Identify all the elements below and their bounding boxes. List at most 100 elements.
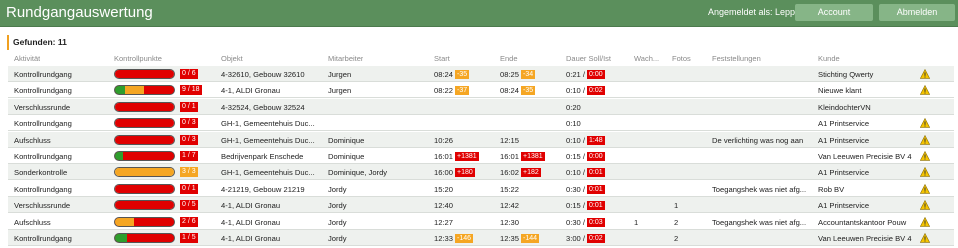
- duration-actual-badge: 1:48: [587, 135, 605, 145]
- employee-cell: Dominique: [328, 152, 365, 161]
- findings-cell: De verlichting was nog aan: [712, 135, 804, 145]
- warning-icon[interactable]: [920, 216, 930, 227]
- warning-icon[interactable]: [920, 233, 930, 243]
- duration-actual-badge: 0:01: [587, 168, 605, 178]
- duration-actual-badge: 0:02: [587, 86, 605, 96]
- end-deviation-badge: -34: [521, 70, 536, 79]
- customer-cell: A1 Printservice: [818, 201, 870, 211]
- activity-cell: Kontrollrundgang: [14, 86, 72, 96]
- table-row[interactable]: Aufschluss 2 / 6 4-1, ALDI Gronau Jordy 12:2…: [8, 213, 954, 230]
- warning-icon[interactable]: [920, 200, 930, 210]
- progress-segment: [125, 86, 145, 95]
- table-row[interactable]: Aufschluss 0 / 3 GH-1, Gemeentehuis Duc...…: [8, 131, 954, 148]
- duration-cell: 0:10 /0:02: [566, 86, 605, 96]
- progress-segment: [115, 86, 126, 95]
- app-title: Rundgangauswertung: [6, 4, 153, 21]
- warning-icon[interactable]: [920, 85, 930, 96]
- progress-segment: [115, 234, 127, 242]
- photos-cell: 2: [674, 234, 679, 243]
- customer-cell: Rob BV: [818, 184, 845, 194]
- warning-icon[interactable]: [920, 134, 930, 145]
- employee-cell: Jordy: [328, 217, 347, 227]
- col-findings[interactable]: Feststellungen: [712, 54, 761, 63]
- checkpoint-count-badge: 2 / 6: [180, 216, 198, 227]
- end-cell: 08:25 -34: [500, 70, 536, 79]
- table-row[interactable]: Kontrollrundgang 1 / 7 Bedrijvenpark Ensch…: [8, 148, 954, 164]
- object-cell: 4-1, ALDI Gronau: [221, 86, 281, 96]
- employee-cell: Dominique: [328, 135, 365, 145]
- object-cell: 4-21219, Gebouw 21219: [221, 184, 305, 194]
- warning-icon[interactable]: [920, 167, 930, 178]
- object-cell: 4-1, ALDI Gronau: [221, 201, 281, 211]
- table-row[interactable]: Kontrollrundgang 9 / 18 4-1, ALDI Gronau Ju…: [8, 82, 954, 99]
- logout-button[interactable]: Abmelden: [879, 4, 955, 21]
- col-customer[interactable]: Kunde: [818, 54, 840, 63]
- warning-icon[interactable]: [920, 118, 930, 128]
- object-cell: GH-1, Gemeentehuis Duc...: [221, 135, 315, 145]
- duration-cell: 0:15 /0:00: [566, 152, 605, 161]
- progress-segment: [115, 201, 174, 210]
- checkpoint-progress-bar: [114, 101, 175, 112]
- customer-cell: Van Leeuwen Precisie BV 4: [818, 152, 912, 161]
- end-cell: 12:42: [500, 201, 520, 211]
- checkpoint-count-badge: 0 / 6: [180, 69, 198, 79]
- table-row[interactable]: Sonderkontrolle 3 / 3 GH-1, Gemeentehuis D…: [8, 164, 954, 181]
- customer-cell: Nieuwe klant: [818, 86, 862, 96]
- start-deviation-badge: -146: [455, 234, 474, 243]
- duration-actual-badge: 0:00: [587, 70, 605, 79]
- start-cell: 15:20: [434, 184, 454, 194]
- end-cell: 12:30: [500, 217, 520, 227]
- warning-icon[interactable]: [920, 69, 930, 79]
- customer-cell: Accountantskantoor Pouw: [818, 217, 907, 227]
- col-checkpoints[interactable]: Kontrollpunkte: [114, 54, 162, 63]
- end-cell: 16:02 +182: [500, 168, 541, 178]
- end-cell: 08:24 -35: [500, 86, 536, 96]
- activity-cell: Kontrollrundgang: [14, 119, 72, 129]
- object-cell: GH-1, Gemeentehuis Duc...: [221, 119, 315, 129]
- col-start[interactable]: Start: [434, 54, 450, 63]
- start-deviation-badge: +1381: [455, 152, 479, 161]
- customer-cell: A1 Printservice: [818, 168, 870, 178]
- table-row[interactable]: Kontrollrundgang 0 / 6 4-32610, Gebouw 326…: [8, 66, 954, 82]
- object-cell: 4-1, ALDI Gronau: [221, 234, 281, 243]
- col-wach[interactable]: Wach...: [634, 54, 666, 63]
- end-deviation-badge: +1381: [521, 152, 545, 161]
- start-deviation-badge: -35: [455, 70, 470, 79]
- employee-cell: Jordy: [328, 201, 347, 211]
- customer-cell: A1 Printservice: [818, 135, 870, 145]
- end-cell: 15:22: [500, 184, 520, 194]
- col-duration[interactable]: Dauer Soll/Ist: [566, 54, 611, 63]
- col-activity[interactable]: Aktivität: [14, 54, 40, 63]
- table-row[interactable]: Verschlussrunde 0 / 5 4-1, ALDI Gronau Jord…: [8, 197, 954, 214]
- account-button[interactable]: Account: [795, 4, 873, 21]
- duration-actual-badge: 0:00: [587, 152, 605, 161]
- start-cell: 12:27: [434, 217, 454, 227]
- progress-segment: [115, 168, 174, 177]
- col-end[interactable]: Ende: [500, 54, 518, 63]
- activity-cell: Aufschluss: [14, 217, 51, 227]
- logged-in-user: Angemeldet als: Lepp: [708, 7, 796, 17]
- progress-segment: [134, 217, 174, 226]
- findings-cell: Toegangshek was niet afg...: [712, 184, 807, 194]
- table-row[interactable]: Kontrollrundgang 0 / 1 4-21219, Gebouw 212…: [8, 180, 954, 197]
- end-cell: 16:01 +1381: [500, 152, 545, 161]
- start-cell: 12:33 -146: [434, 234, 474, 243]
- customer-cell: Stichting Qwerty: [818, 70, 874, 79]
- start-cell: 10:26: [434, 135, 454, 145]
- result-count: Gefunden: 11: [7, 35, 67, 50]
- activity-cell: Sonderkontrolle: [14, 168, 68, 178]
- warning-icon[interactable]: [920, 183, 930, 194]
- warning-icon[interactable]: [920, 151, 930, 161]
- col-object[interactable]: Objekt: [221, 54, 243, 63]
- table-row[interactable]: Kontrollrundgang 0 / 3 GH-1, Gemeentehuis …: [8, 115, 954, 132]
- col-employee[interactable]: Mitarbeiter: [328, 54, 363, 63]
- checkpoint-progress-bar: [114, 200, 175, 211]
- table-row[interactable]: Kontrollrundgang 1 / 5 4-1, ALDI Gronau Jor…: [8, 230, 954, 246]
- end-deviation-badge: -35: [521, 86, 536, 96]
- progress-segment: [115, 217, 135, 226]
- table-row[interactable]: Verschlussrunde 0 / 1 4-32524, Gebouw 3252…: [8, 98, 954, 115]
- start-deviation-badge: +180: [455, 168, 475, 178]
- duration-cell: 0:10: [566, 119, 581, 129]
- col-photos[interactable]: Fotos: [672, 54, 691, 63]
- table-header: Aktivität Kontrollpunkte Objekt Mitarbei…: [8, 53, 954, 65]
